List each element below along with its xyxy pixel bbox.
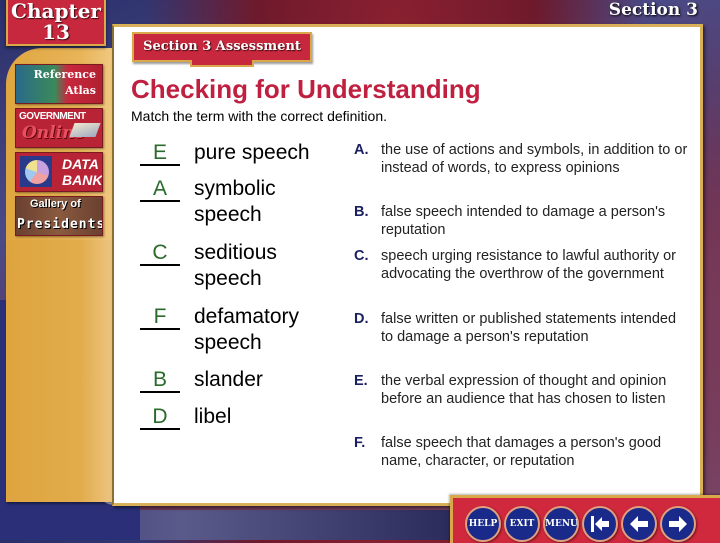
data-bank-line2: BANK (62, 172, 103, 188)
term-item: Dlibel (140, 404, 340, 430)
definition-letter: A. (354, 142, 369, 158)
reference-atlas-line2: Atlas (65, 84, 96, 97)
definition-item: F. false speech that damages a person's … (354, 434, 689, 470)
first-page-button[interactable] (582, 506, 618, 542)
definition-item: E. the verbal expression of thought and … (354, 372, 689, 408)
definition-item: C. speech urging resistance to lawful au… (354, 247, 689, 283)
definition-letter: E. (354, 373, 368, 389)
definition-text: false speech that damages a person's goo… (381, 435, 662, 469)
data-bank-button[interactable]: DATA BANK (15, 152, 103, 192)
term-label: pure speech (194, 141, 310, 164)
definition-text: the use of actions and symbols, in addit… (381, 142, 688, 176)
definition-item: B. false speech intended to damage a per… (354, 203, 689, 239)
gallery-of-presidents-button[interactable]: Gallery of Presidents (15, 196, 103, 236)
forward-arrow-icon (669, 516, 687, 532)
help-button[interactable]: HELP (465, 506, 501, 542)
definition-letter: B. (354, 204, 369, 220)
chapter-badge: Chapter 13 (6, 0, 106, 46)
answer-blank: E (140, 142, 180, 166)
definition-text: false speech intended to damage a person… (381, 204, 666, 238)
sidebar-lower-panel (6, 240, 112, 502)
chapter-label: Chapter (11, 0, 101, 23)
section-assessment-tab: Section 3 Assessment (132, 32, 312, 67)
back-button[interactable] (621, 506, 657, 542)
term-item: Epure speech (140, 140, 340, 166)
definition-text: false written or published statements in… (381, 311, 677, 345)
navigation-bar: HELP EXIT MENU (450, 495, 720, 543)
definition-text: the verbal expression of thought and opi… (381, 373, 667, 407)
forward-button[interactable] (660, 506, 696, 542)
exit-button[interactable]: EXIT (504, 506, 540, 542)
term-label: symbolic speech (194, 177, 276, 226)
chapter-number: 13 (42, 20, 70, 44)
pie-chart-icon (20, 156, 52, 187)
term-item: Fdefamatory speech (140, 304, 340, 356)
government-online-line1: GOVERNMENT (19, 111, 86, 122)
definition-item: D. false written or published statements… (354, 310, 689, 346)
gallery-of-presidents-line1: Gallery of (30, 198, 81, 210)
definition-text: speech urging resistance to lawful autho… (381, 248, 676, 282)
section-label: Section 3 (608, 0, 698, 20)
answer-blank: C (140, 242, 180, 266)
answer-blank: B (140, 369, 180, 393)
answer-blank: A (140, 178, 180, 202)
menu-button[interactable]: MENU (543, 506, 579, 542)
answer-blank: D (140, 406, 180, 430)
answer-blank: F (140, 306, 180, 330)
term-label: seditious speech (194, 241, 277, 290)
gallery-of-presidents-line2: Presidents (17, 217, 103, 232)
instructions: Match the term with the correct definiti… (131, 108, 387, 124)
first-page-arrow-icon (591, 516, 609, 532)
reference-atlas-line1: Reference (33, 68, 96, 81)
definition-letter: D. (354, 311, 369, 327)
term-label: libel (194, 405, 232, 428)
term-label: slander (194, 368, 263, 391)
back-arrow-icon (630, 516, 648, 532)
definition-item: A. the use of actions and symbols, in ad… (354, 141, 689, 177)
term-item: Cseditious speech (140, 240, 340, 292)
data-bank-line1: DATA (62, 156, 99, 172)
page-title: Checking for Understanding (131, 74, 481, 104)
book-icon (69, 123, 101, 137)
definition-letter: F. (354, 435, 366, 451)
term-item: Asymbolic speech (140, 176, 340, 228)
government-online-button[interactable]: GOVERNMENT Online (15, 108, 103, 148)
reference-atlas-button[interactable]: Reference Atlas (15, 64, 103, 104)
term-item: Bslander (140, 367, 340, 393)
definition-letter: C. (354, 248, 369, 264)
term-label: defamatory speech (194, 305, 300, 354)
